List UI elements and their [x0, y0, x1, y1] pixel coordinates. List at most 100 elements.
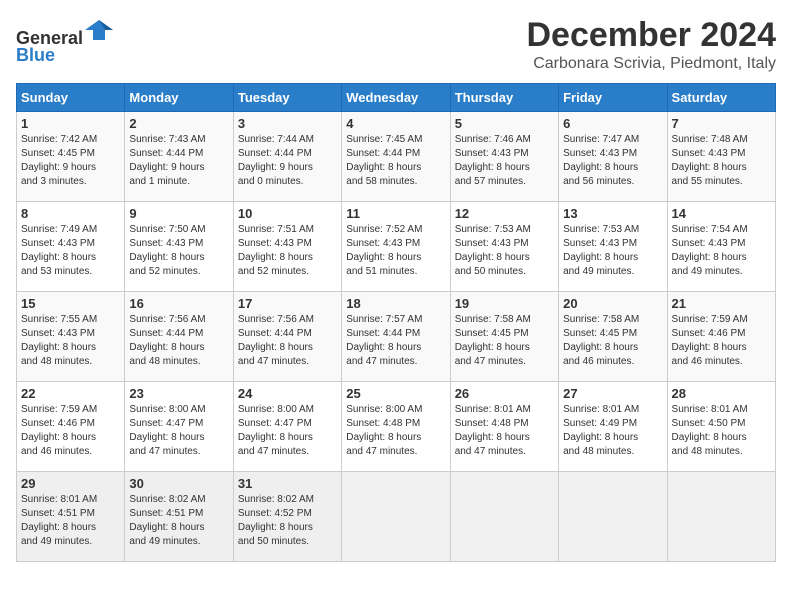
day-number: 30 — [129, 476, 228, 491]
calendar-week-row: 8Sunrise: 7:49 AM Sunset: 4:43 PM Daylig… — [17, 202, 776, 292]
day-number: 11 — [346, 206, 445, 221]
table-row: 3 Sunrise: 7:44 AM Sunset: 4:44 PM Daylig… — [233, 112, 341, 202]
day-info: Sunrise: 8:00 AM Sunset: 4:48 PM Dayligh… — [346, 403, 445, 459]
table-row: 9Sunrise: 7:50 AM Sunset: 4:43 PM Daylig… — [125, 202, 233, 292]
day-info: Sunrise: 7:54 AM Sunset: 4:43 PM Dayligh… — [672, 223, 771, 279]
col-friday: Friday — [559, 84, 667, 112]
calendar-week-row: 22 Sunrise: 7:59 AM Sunset: 4:46 PM Dayli… — [17, 382, 776, 472]
day-number: 1 — [21, 116, 120, 131]
day-info: Sunrise: 7:58 AM Sunset: 4:45 PM Dayligh… — [455, 313, 554, 369]
day-info: Sunrise: 7:51 AM Sunset: 4:43 PM Dayligh… — [238, 223, 337, 279]
day-number: 22 — [21, 386, 120, 401]
table-row: 6 Sunrise: 7:47 AM Sunset: 4:43 PM Daylig… — [559, 112, 667, 202]
table-row: 31 Sunrise: 8:02 AM Sunset: 4:52 PM Dayli… — [233, 472, 341, 562]
day-info: Sunrise: 7:42 AM Sunset: 4:45 PM Dayligh… — [21, 133, 120, 189]
day-number: 31 — [238, 476, 337, 491]
calendar-week-row: 29Sunrise: 8:01 AM Sunset: 4:51 PM Dayli… — [17, 472, 776, 562]
day-number: 7 — [672, 116, 771, 131]
table-row: 7 Sunrise: 7:48 AM Sunset: 4:43 PM Daylig… — [667, 112, 775, 202]
main-title: December 2024 — [526, 16, 776, 55]
day-info: Sunrise: 7:48 AM Sunset: 4:43 PM Dayligh… — [672, 133, 771, 189]
day-number: 25 — [346, 386, 445, 401]
table-row: 4 Sunrise: 7:45 AM Sunset: 4:44 PM Daylig… — [342, 112, 450, 202]
day-info: Sunrise: 7:45 AM Sunset: 4:44 PM Dayligh… — [346, 133, 445, 189]
day-number: 21 — [672, 296, 771, 311]
day-info: Sunrise: 7:50 AM Sunset: 4:43 PM Dayligh… — [129, 223, 228, 279]
table-row: 27 Sunrise: 8:01 AM Sunset: 4:49 PM Dayli… — [559, 382, 667, 472]
sub-title: Carbonara Scrivia, Piedmont, Italy — [526, 55, 776, 73]
calendar-week-row: 1 Sunrise: 7:42 AM Sunset: 4:45 PM Daylig… — [17, 112, 776, 202]
day-info: Sunrise: 7:53 AM Sunset: 4:43 PM Dayligh… — [455, 223, 554, 279]
calendar-header-row: Sunday Monday Tuesday Wednesday Thursday… — [17, 84, 776, 112]
table-row: 5Sunrise: 7:46 AM Sunset: 4:43 PM Daylig… — [450, 112, 558, 202]
day-info: Sunrise: 8:01 AM Sunset: 4:48 PM Dayligh… — [455, 403, 554, 459]
day-number: 12 — [455, 206, 554, 221]
day-info: Sunrise: 7:56 AM Sunset: 4:44 PM Dayligh… — [129, 313, 228, 369]
day-number: 4 — [346, 116, 445, 131]
col-saturday: Saturday — [667, 84, 775, 112]
col-tuesday: Tuesday — [233, 84, 341, 112]
day-number: 13 — [563, 206, 662, 221]
table-row: 17 Sunrise: 7:56 AM Sunset: 4:44 PM Dayli… — [233, 292, 341, 382]
day-number: 27 — [563, 386, 662, 401]
col-sunday: Sunday — [17, 84, 125, 112]
day-info: Sunrise: 8:02 AM Sunset: 4:52 PM Dayligh… — [238, 493, 337, 549]
calendar-week-row: 15Sunrise: 7:55 AM Sunset: 4:43 PM Dayli… — [17, 292, 776, 382]
day-number: 14 — [672, 206, 771, 221]
table-row: 12 Sunrise: 7:53 AM Sunset: 4:43 PM Dayli… — [450, 202, 558, 292]
col-wednesday: Wednesday — [342, 84, 450, 112]
day-info: Sunrise: 7:46 AM Sunset: 4:43 PM Dayligh… — [455, 133, 554, 189]
table-row: 30Sunrise: 8:02 AM Sunset: 4:51 PM Dayli… — [125, 472, 233, 562]
table-row: 23Sunrise: 8:00 AM Sunset: 4:47 PM Dayli… — [125, 382, 233, 472]
table-row — [559, 472, 667, 562]
day-info: Sunrise: 7:53 AM Sunset: 4:43 PM Dayligh… — [563, 223, 662, 279]
day-number: 26 — [455, 386, 554, 401]
day-number: 2 — [129, 116, 228, 131]
calendar-table: Sunday Monday Tuesday Wednesday Thursday… — [16, 83, 776, 562]
table-row: 19Sunrise: 7:58 AM Sunset: 4:45 PM Dayli… — [450, 292, 558, 382]
table-row: 15Sunrise: 7:55 AM Sunset: 4:43 PM Dayli… — [17, 292, 125, 382]
title-area: December 2024 Carbonara Scrivia, Piedmon… — [526, 16, 776, 73]
table-row: 2 Sunrise: 7:43 AM Sunset: 4:44 PM Daylig… — [125, 112, 233, 202]
table-row: 20 Sunrise: 7:58 AM Sunset: 4:45 PM Dayli… — [559, 292, 667, 382]
day-number: 17 — [238, 296, 337, 311]
day-info: Sunrise: 7:56 AM Sunset: 4:44 PM Dayligh… — [238, 313, 337, 369]
table-row: 10 Sunrise: 7:51 AM Sunset: 4:43 PM Dayli… — [233, 202, 341, 292]
table-row: 11 Sunrise: 7:52 AM Sunset: 4:43 PM Dayli… — [342, 202, 450, 292]
table-row: 26 Sunrise: 8:01 AM Sunset: 4:48 PM Dayli… — [450, 382, 558, 472]
day-number: 18 — [346, 296, 445, 311]
table-row: 28 Sunrise: 8:01 AM Sunset: 4:50 PM Dayli… — [667, 382, 775, 472]
col-thursday: Thursday — [450, 84, 558, 112]
day-info: Sunrise: 7:58 AM Sunset: 4:45 PM Dayligh… — [563, 313, 662, 369]
day-info: Sunrise: 8:01 AM Sunset: 4:49 PM Dayligh… — [563, 403, 662, 459]
day-number: 8 — [21, 206, 120, 221]
table-row — [450, 472, 558, 562]
table-row: 16 Sunrise: 7:56 AM Sunset: 4:44 PM Dayli… — [125, 292, 233, 382]
day-info: Sunrise: 7:59 AM Sunset: 4:46 PM Dayligh… — [21, 403, 120, 459]
table-row: 14 Sunrise: 7:54 AM Sunset: 4:43 PM Dayli… — [667, 202, 775, 292]
logo-bird-icon — [85, 16, 113, 44]
day-number: 23 — [129, 386, 228, 401]
day-info: Sunrise: 7:43 AM Sunset: 4:44 PM Dayligh… — [129, 133, 228, 189]
day-info: Sunrise: 7:57 AM Sunset: 4:44 PM Dayligh… — [346, 313, 445, 369]
day-number: 16 — [129, 296, 228, 311]
table-row: 21Sunrise: 7:59 AM Sunset: 4:46 PM Dayli… — [667, 292, 775, 382]
day-info: Sunrise: 8:00 AM Sunset: 4:47 PM Dayligh… — [238, 403, 337, 459]
day-number: 20 — [563, 296, 662, 311]
day-info: Sunrise: 7:52 AM Sunset: 4:43 PM Dayligh… — [346, 223, 445, 279]
table-row — [667, 472, 775, 562]
day-number: 28 — [672, 386, 771, 401]
day-info: Sunrise: 8:01 AM Sunset: 4:51 PM Dayligh… — [21, 493, 120, 549]
day-info: Sunrise: 8:01 AM Sunset: 4:50 PM Dayligh… — [672, 403, 771, 459]
day-info: Sunrise: 7:47 AM Sunset: 4:43 PM Dayligh… — [563, 133, 662, 189]
col-monday: Monday — [125, 84, 233, 112]
day-number: 10 — [238, 206, 337, 221]
day-number: 24 — [238, 386, 337, 401]
day-number: 3 — [238, 116, 337, 131]
day-number: 15 — [21, 296, 120, 311]
table-row: 22 Sunrise: 7:59 AM Sunset: 4:46 PM Dayli… — [17, 382, 125, 472]
day-number: 6 — [563, 116, 662, 131]
day-info: Sunrise: 7:44 AM Sunset: 4:44 PM Dayligh… — [238, 133, 337, 189]
table-row: 29Sunrise: 8:01 AM Sunset: 4:51 PM Dayli… — [17, 472, 125, 562]
table-row — [342, 472, 450, 562]
